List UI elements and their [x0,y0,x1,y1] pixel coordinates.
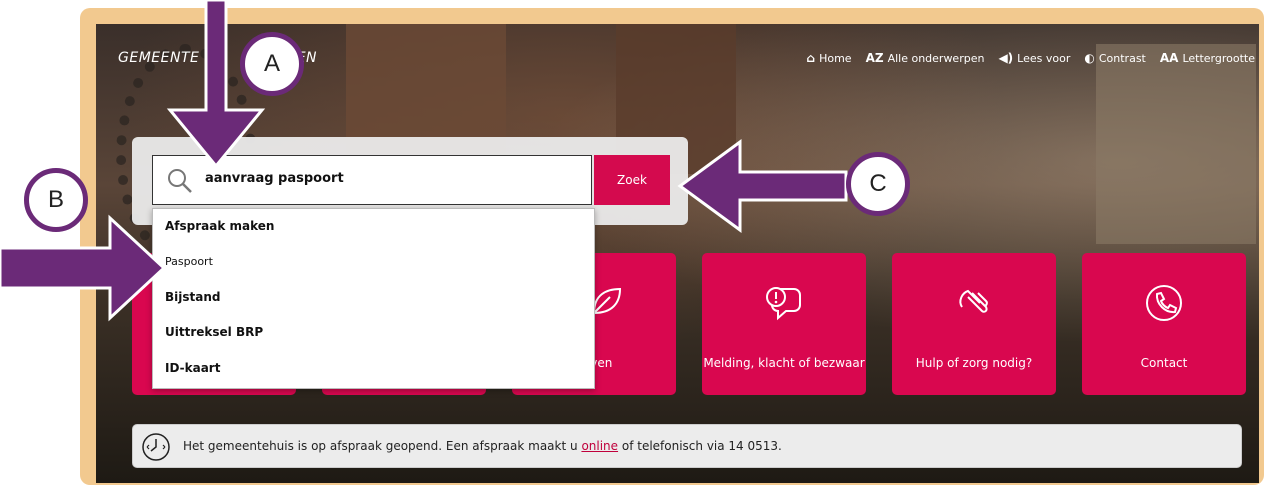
marker-b: B [24,168,88,232]
marker-c: C [846,152,910,216]
arrow-c [677,139,848,233]
arrow-b [0,214,167,322]
annotation-arrows [0,0,848,322]
marker-a: A [240,32,304,96]
